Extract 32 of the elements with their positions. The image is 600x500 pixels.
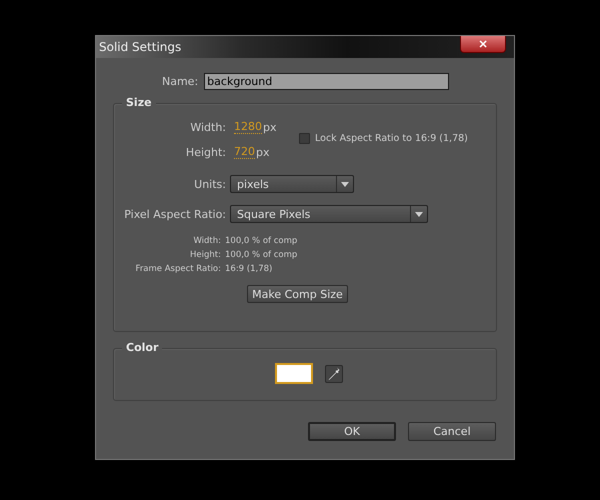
info-value: 16:9 (1,78): [225, 264, 272, 274]
color-swatch[interactable]: [274, 363, 312, 384]
make-comp-size-button[interactable]: Make Comp Size: [247, 285, 348, 303]
info-label: Width:: [192, 236, 222, 246]
dialog-button[interactable]: Cancel: [408, 422, 496, 441]
window-title: Solid Settings: [99, 40, 182, 54]
width-value[interactable]: 1280: [234, 120, 262, 134]
group-title: Color: [122, 341, 162, 354]
eyedropper-button[interactable]: [324, 364, 342, 382]
caret-icon: [415, 212, 423, 216]
name-field[interactable]: background: [204, 73, 450, 90]
info-value: 100,0 % of comp: [225, 250, 298, 260]
eyedropper-icon: [328, 366, 340, 380]
info-value: 100,0 % of comp: [225, 236, 298, 246]
width-label: Width:: [189, 120, 227, 134]
height-label: Height:: [184, 146, 227, 158]
close-button[interactable]: ✕: [460, 36, 506, 53]
lock-checkbox[interactable]: [299, 133, 310, 144]
height-value[interactable]: 720: [234, 145, 255, 159]
info-label: Height:: [189, 250, 222, 260]
unit-label: px: [263, 120, 276, 134]
caret-icon: [341, 182, 349, 186]
units-label: Units:: [193, 178, 227, 190]
dropdown[interactable]: Square Pixels: [230, 205, 428, 223]
dropdown[interactable]: pixels: [230, 175, 354, 193]
name-label: Name:: [162, 75, 200, 88]
group-title: Size: [122, 96, 156, 109]
unit-label: px: [256, 146, 270, 158]
pixel-aspect-label: Pixel Aspect Ratio:: [123, 208, 227, 220]
dialog-button[interactable]: OK: [308, 422, 396, 441]
info-label: Frame Aspect Ratio:: [134, 264, 222, 274]
lock-label: Lock Aspect Ratio to 16:9 (1,78): [315, 133, 468, 144]
